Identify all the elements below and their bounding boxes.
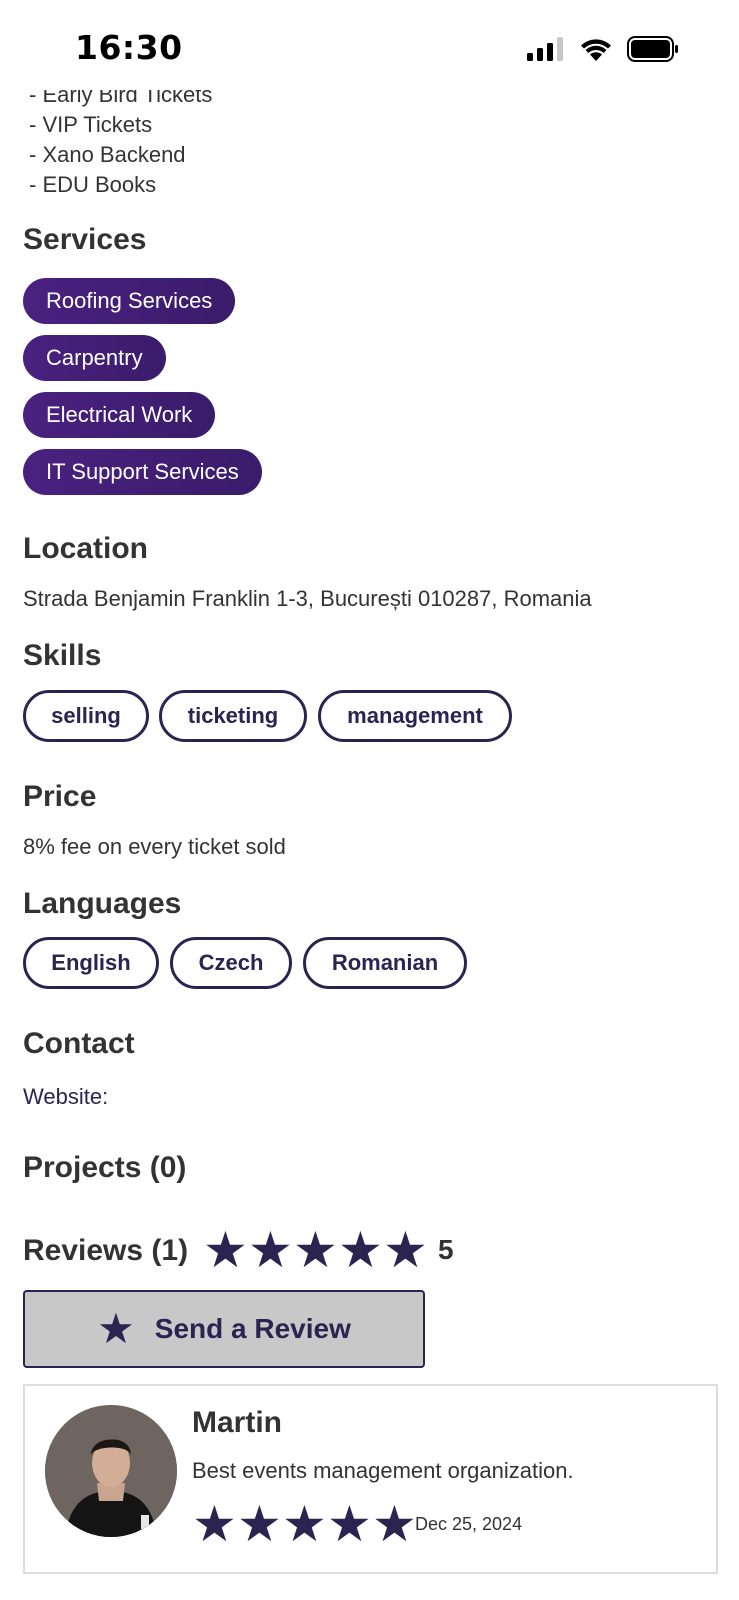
- star-icon: ★: [237, 1496, 282, 1552]
- reviews-rating-stars: ★ ★ ★ ★ ★: [203, 1222, 428, 1278]
- star-icon: ★: [203, 1222, 248, 1278]
- cellular-signal-icon: [527, 37, 563, 61]
- language-chip-czech[interactable]: Czech: [170, 937, 292, 989]
- star-icon: ★: [282, 1496, 327, 1552]
- star-icon: ★: [327, 1496, 372, 1552]
- service-chip-carpentry[interactable]: Carpentry: [23, 335, 166, 381]
- review-text: Best events management organization.: [192, 1458, 574, 1483]
- send-review-button[interactable]: ★ Send a Review: [23, 1290, 425, 1368]
- contact-heading: Contact: [23, 1027, 135, 1060]
- avatar: [45, 1405, 177, 1537]
- skill-chip-ticketing[interactable]: ticketing: [159, 690, 307, 742]
- language-chip-english[interactable]: English: [23, 937, 159, 989]
- service-chip-it-support[interactable]: IT Support Services: [23, 449, 262, 495]
- status-time: 16:30: [75, 28, 183, 67]
- star-icon: ★: [248, 1222, 293, 1278]
- review-date: Dec 25, 2024: [415, 1514, 523, 1534]
- status-icons: [527, 36, 679, 62]
- reviews-rating-value: 5: [438, 1234, 454, 1265]
- skills-heading: Skills: [23, 639, 102, 672]
- website-label: Website:: [23, 1084, 109, 1109]
- price-text: 8% fee on every ticket sold: [23, 834, 286, 859]
- star-icon: ★: [192, 1496, 237, 1552]
- languages-heading: Languages: [23, 887, 182, 920]
- star-icon: ★: [372, 1496, 417, 1552]
- list-item: - EDU Books: [29, 172, 157, 197]
- location-address: Strada Benjamin Franklin 1-3, București …: [23, 586, 592, 611]
- skill-chip-management[interactable]: management: [318, 690, 512, 742]
- battery-icon: [627, 36, 678, 62]
- star-icon: ★: [97, 1305, 135, 1352]
- star-icon: ★: [383, 1222, 428, 1278]
- reviews-heading: Reviews (1): [23, 1234, 189, 1267]
- service-chip-electrical[interactable]: Electrical Work: [23, 392, 216, 438]
- service-chip-roofing[interactable]: Roofing Services: [23, 278, 236, 324]
- status-bar: 16:30: [0, 0, 739, 90]
- wifi-icon: [581, 39, 611, 61]
- list-item: - VIP Tickets: [29, 112, 153, 137]
- star-icon: ★: [338, 1222, 383, 1278]
- projects-heading: Projects (0): [23, 1151, 187, 1184]
- review-card: Martin Best events management organizati…: [23, 1384, 718, 1574]
- review-rating-stars: ★ ★ ★ ★ ★: [192, 1496, 417, 1552]
- services-heading: Services: [23, 223, 147, 256]
- language-chip-romanian[interactable]: Romanian: [303, 937, 467, 989]
- reviewer-name: Martin: [192, 1406, 282, 1439]
- price-heading: Price: [23, 780, 97, 813]
- send-review-label: Send a Review: [154, 1313, 351, 1344]
- list-item: - Xano Backend: [29, 142, 186, 167]
- star-icon: ★: [293, 1222, 338, 1278]
- location-heading: Location: [23, 532, 148, 565]
- skill-chip-selling[interactable]: selling: [23, 690, 149, 742]
